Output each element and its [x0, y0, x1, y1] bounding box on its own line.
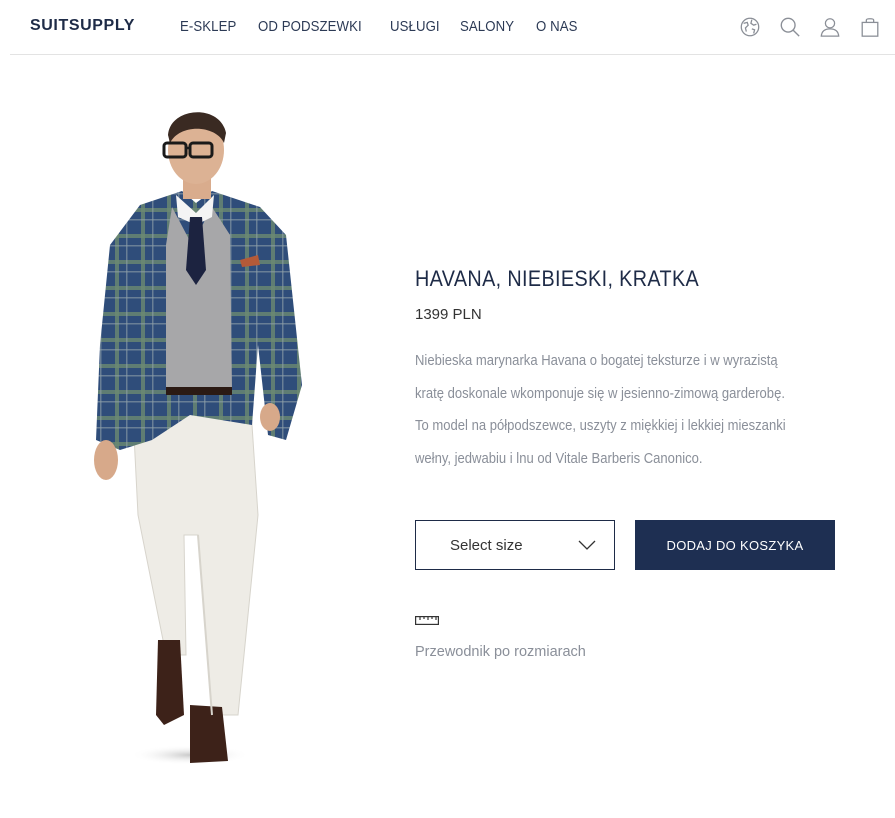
header-icons: [739, 15, 881, 39]
nav-item-o-nas[interactable]: O NAS: [536, 18, 578, 35]
main-nav: E-SKLEP OD PODSZEWKI USŁUGI SALONY O NAS: [180, 18, 577, 35]
product-photo: [80, 95, 320, 775]
brand-logo[interactable]: SUITSUPPLY: [30, 17, 135, 35]
size-select[interactable]: Select size: [415, 520, 615, 570]
search-icon[interactable]: [779, 15, 801, 39]
user-icon[interactable]: [819, 15, 841, 39]
size-guide-label[interactable]: Przewodnik po rozmiarach: [415, 644, 586, 660]
shopping-bag-icon[interactable]: [859, 15, 881, 39]
product-description: Niebieska marynarka Havana o bogatej tek…: [415, 345, 838, 475]
product-actions: Select size DODAJ DO KOSZYKA: [415, 520, 835, 570]
globe-icon[interactable]: [739, 15, 761, 39]
description-line: wełny, jedwabiu i lnu od Vitale Barberis…: [415, 450, 703, 467]
product-info: HAVANA, NIEBIESKI, KRATKA 1399 PLN Niebi…: [415, 266, 855, 475]
description-line: To model na półpodszewce, uszyty z miękk…: [415, 418, 786, 434]
description-line: Niebieska marynarka Havana o bogatej tek…: [415, 353, 778, 369]
nav-item-salony[interactable]: SALONY: [460, 18, 514, 35]
nav-item-od-podszewki[interactable]: OD PODSZEWKI: [258, 18, 362, 35]
nav-item-e-sklep[interactable]: E-SKLEP: [180, 18, 236, 35]
nav-item-uslugi[interactable]: USŁUGI: [390, 18, 440, 35]
chevron-down-icon: [578, 540, 596, 550]
ruler-icon: [415, 615, 439, 626]
product-price: 1399 PLN: [415, 306, 482, 323]
product-title: HAVANA, NIEBIESKI, KRATKA: [415, 266, 700, 291]
site-header: SUITSUPPLY E-SKLEP OD PODSZEWKI USŁUGI S…: [10, 0, 895, 55]
size-guide-link[interactable]: Przewodnik po rozmiarach: [415, 614, 586, 660]
size-select-value: Select size: [450, 536, 523, 554]
description-line: kratę doskonale wkomponuje się w jesienn…: [415, 385, 785, 402]
add-to-cart-button[interactable]: DODAJ DO KOSZYKA: [635, 520, 835, 570]
